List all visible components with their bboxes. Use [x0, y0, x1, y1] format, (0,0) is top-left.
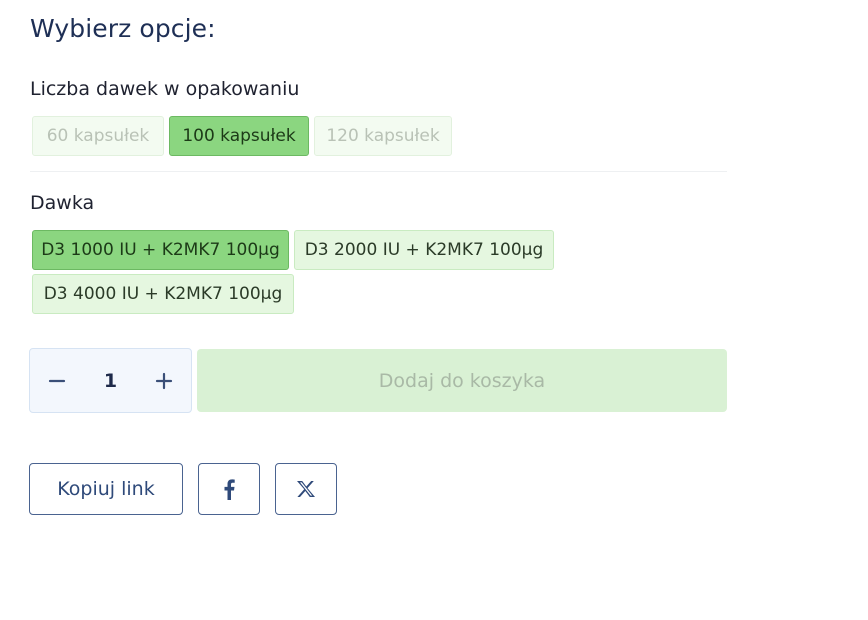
dose-option-1000[interactable]: D3 1000 IU + K2MK7 100µg [32, 230, 289, 270]
facebook-share-button[interactable] [198, 463, 260, 515]
dose-label: Dawka [30, 192, 95, 214]
pack-option-120[interactable]: 120 kapsułek [314, 116, 452, 156]
dose-option-4000[interactable]: D3 4000 IU + K2MK7 100µg [32, 274, 294, 314]
add-to-cart-button[interactable]: Dodaj do koszyka [197, 349, 727, 412]
pack-option-60[interactable]: 60 kapsułek [32, 116, 164, 156]
dose-option-2000[interactable]: D3 2000 IU + K2MK7 100µg [294, 230, 554, 270]
section-divider [30, 171, 727, 172]
minus-icon [48, 379, 66, 382]
pack-size-label: Liczba dawek w opakowaniu [30, 78, 300, 100]
increase-quantity-button[interactable] [137, 349, 191, 412]
quantity-stepper: 1 [29, 348, 192, 413]
copy-link-button[interactable]: Kopiuj link [29, 463, 183, 515]
product-options-panel: Wybierz opcje: Liczba dawek w opakowaniu… [0, 0, 868, 620]
x-twitter-icon [297, 481, 315, 497]
decrease-quantity-button[interactable] [30, 349, 84, 412]
plus-icon [155, 372, 173, 389]
x-share-button[interactable] [275, 463, 337, 515]
page-title: Wybierz opcje: [30, 14, 216, 43]
quantity-value[interactable]: 1 [84, 349, 137, 412]
pack-option-100[interactable]: 100 kapsułek [169, 116, 309, 156]
facebook-icon [224, 479, 235, 500]
